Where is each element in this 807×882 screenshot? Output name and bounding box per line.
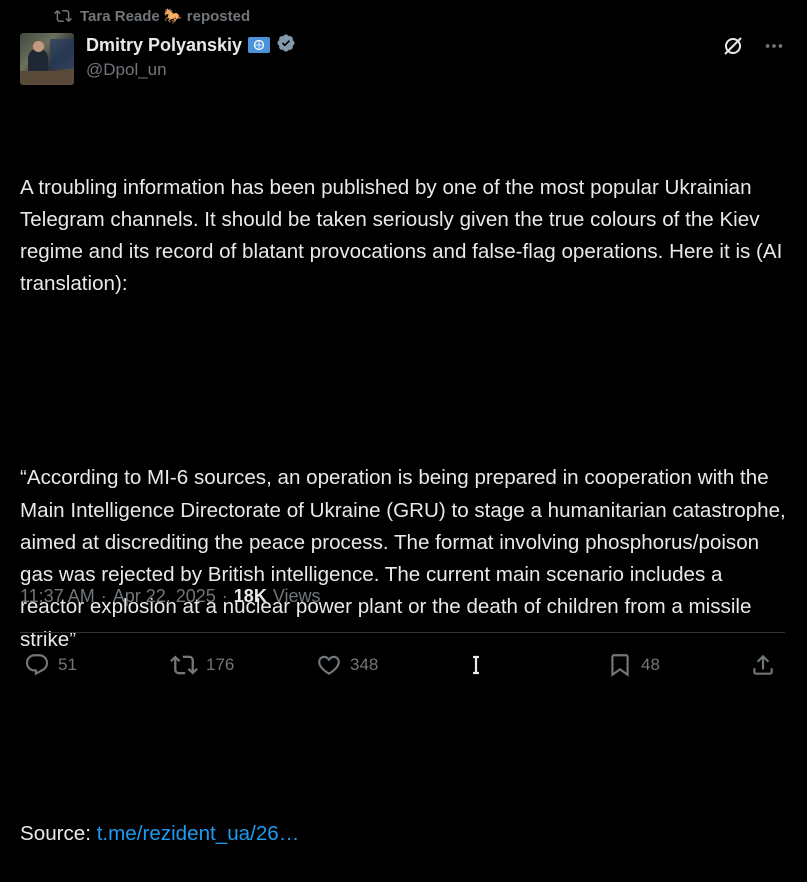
source-link[interactable]: t.me/rezident_ua/26… — [97, 822, 300, 845]
repost-text: Tara Reade 🐎 reposted — [80, 8, 251, 25]
post-paragraph-1: A troubling information has been publish… — [20, 175, 789, 296]
post-paragraph-2: “According to MI-6 sources, an operation… — [20, 466, 792, 651]
share-icon — [750, 652, 776, 678]
avatar[interactable] — [20, 33, 74, 85]
views-count: 18K — [233, 585, 267, 606]
more-options-icon[interactable] — [763, 35, 785, 62]
like-button[interactable]: 348 — [316, 650, 378, 680]
share-button[interactable] — [750, 650, 776, 680]
reply-button[interactable]: 51 — [24, 650, 77, 680]
author-name-row: Dmitry Polyanskiy — [86, 33, 296, 57]
grok-action-button[interactable] — [464, 650, 488, 680]
like-count: 348 — [350, 655, 379, 674]
post-body: A troubling information has been publish… — [20, 107, 790, 882]
repost-icon — [54, 7, 72, 25]
post-time[interactable]: 11:37 AM — [20, 586, 95, 607]
source-label: Source: — [20, 821, 97, 845]
verified-badge-icon — [276, 33, 296, 58]
un-flag-badge-icon — [248, 37, 271, 53]
meta-separator: · — [100, 585, 107, 606]
post-meta: 11:37 AM · Apr 22, 2025 · 18K Views — [20, 584, 321, 608]
post-top-actions — [721, 34, 785, 63]
grok-icon[interactable] — [721, 34, 745, 63]
text-cursor-icon — [464, 653, 488, 677]
post-source-line: Source: t.me/rezident_ua/26… — [20, 818, 790, 850]
reply-icon — [24, 652, 50, 678]
author-name[interactable]: Dmitry Polyanskiy — [86, 35, 242, 56]
repost-header[interactable]: Tara Reade 🐎 reposted — [54, 4, 250, 28]
action-bar: 51 176 348 48 — [20, 650, 787, 680]
reply-count: 51 — [58, 655, 77, 674]
bookmark-button[interactable]: 48 — [607, 650, 660, 680]
post-date[interactable]: Apr 22, 2025 — [113, 586, 216, 607]
repost-count: 176 — [206, 655, 235, 674]
bookmark-count: 48 — [641, 655, 660, 674]
heart-icon — [316, 652, 342, 678]
repost-action-icon — [170, 651, 198, 679]
repost-button[interactable]: 176 — [170, 650, 234, 680]
bookmark-icon — [607, 652, 633, 678]
meta-separator-2: · — [221, 585, 228, 606]
views-label: Views — [272, 585, 321, 606]
divider — [20, 632, 785, 633]
author-handle[interactable]: @Dpol_un — [86, 60, 167, 80]
